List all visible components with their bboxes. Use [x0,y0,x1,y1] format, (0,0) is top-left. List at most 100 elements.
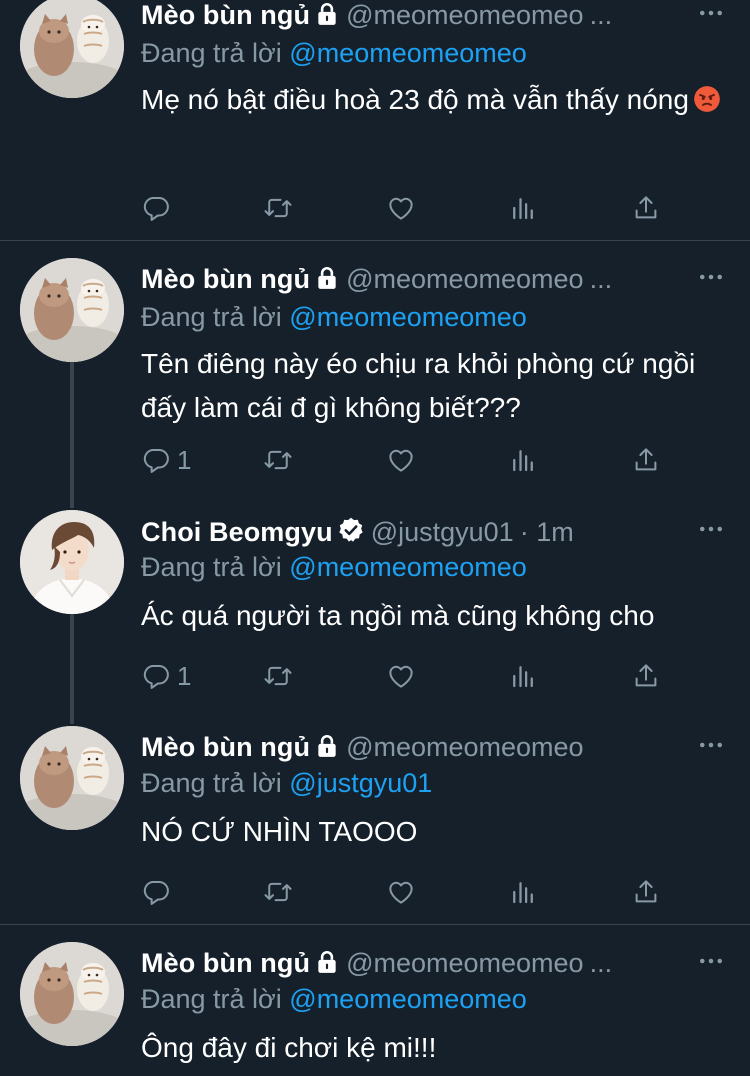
like-button[interactable] [386,656,416,696]
share-button[interactable] [631,188,661,228]
author-handle[interactable]: @justgyu01 [371,517,514,547]
retweet-icon [263,661,293,691]
reply-icon [141,445,171,475]
analytics-button[interactable] [508,656,538,696]
action-bar: 1 [141,440,701,480]
author-handle[interactable]: @meomeomeomeo [346,732,584,762]
retweet-icon [263,877,293,907]
retweet-button[interactable] [263,872,293,912]
like-icon [386,445,416,475]
tweet-timestamp[interactable]: · 1m [520,517,574,547]
reply-mention-link[interactable]: @meomeomeomeo [289,984,527,1014]
retweet-button[interactable] [263,656,293,696]
analytics-button[interactable] [508,188,538,228]
share-button[interactable] [631,440,661,480]
tweet-text: Ông đây đi chơi kệ mi!!! [141,1032,437,1063]
tweet-text: Ác quá người ta ngồi mà cũng không cho [141,600,655,631]
author-name[interactable]: Mèo bùn ngủ [141,948,310,978]
verified-badge-icon [337,516,365,544]
reply-count: 1 [177,660,192,691]
reply-count: 1 [177,444,192,475]
reply-context: Đang trả lời @meomeomeomeo [141,552,527,583]
more-icon[interactable] [696,0,726,28]
author-handle[interactable]: @meomeomeomeo [346,0,584,30]
like-button[interactable] [386,440,416,480]
reply-prefix: Đang trả lời [141,38,282,68]
divider [0,240,750,241]
like-button[interactable] [386,872,416,912]
retweet-button[interactable] [263,188,293,228]
reply-context: Đang trả lời @meomeomeomeo [141,302,527,333]
tweet-text: Mẹ nó bật điều hoà 23 độ mà vẫn thấy nón… [141,78,721,122]
reply-context: Đang trả lời @meomeomeomeo [141,984,527,1015]
like-icon [386,877,416,907]
thread-connector [70,614,74,724]
like-button[interactable] [386,188,416,228]
avatar[interactable] [20,942,124,1046]
retweet-button[interactable] [263,440,293,480]
avatar[interactable] [20,258,124,362]
angry-face-icon [693,85,721,113]
share-button[interactable] [631,872,661,912]
action-bar [141,188,701,228]
tweet-text-content: Mẹ nó bật điều hoà 23 độ mà vẫn thấy nón… [141,84,689,115]
reply-prefix: Đang trả lời [141,552,282,582]
reply-mention-link[interactable]: @meomeomeomeo [289,552,527,582]
share-button[interactable] [631,656,661,696]
author-handle[interactable]: @meomeomeomeo [346,264,584,294]
more-icon[interactable] [696,946,726,976]
reply-prefix: Đang trả lời [141,302,282,332]
reply-prefix: Đang trả lời [141,984,282,1014]
reply-icon [141,877,171,907]
avatar[interactable] [20,0,124,98]
reply-prefix: Đang trả lời [141,768,282,798]
divider [0,924,750,925]
handle-ellipsis: ... [589,0,613,30]
reply-icon [141,193,171,223]
reply-icon [141,661,171,691]
avatar[interactable] [20,510,124,614]
like-icon [386,661,416,691]
analytics-button[interactable] [508,440,538,480]
handle-ellipsis: ... [589,948,613,978]
share-icon [631,877,661,907]
author-name[interactable]: Mèo bùn ngủ [141,264,310,294]
analytics-button[interactable] [508,872,538,912]
author-handle[interactable]: @meomeomeomeo [346,948,584,978]
reply-mention-link[interactable]: @justgyu01 [289,768,432,798]
author-name[interactable]: Choi Beomgyu [141,517,333,547]
lock-icon [314,949,340,975]
retweet-icon [263,193,293,223]
share-icon [631,661,661,691]
analytics-icon [508,445,538,475]
analytics-icon [508,661,538,691]
more-icon[interactable] [696,730,726,760]
analytics-icon [508,193,538,223]
handle-ellipsis: ... [589,264,613,294]
reply-context: Đang trả lời @justgyu01 [141,768,432,799]
reply-button[interactable]: 1 [141,440,191,480]
author-name[interactable]: Mèo bùn ngủ [141,732,310,762]
share-icon [631,445,661,475]
reply-mention-link[interactable]: @meomeomeomeo [289,302,527,332]
lock-icon [314,265,340,291]
reply-button[interactable]: 1 [141,656,191,696]
retweet-icon [263,445,293,475]
action-bar: 1 [141,656,701,696]
tweet-text: NÓ CỨ NHÌN TAOOO [141,816,418,847]
reply-button[interactable] [141,188,177,228]
like-icon [386,193,416,223]
reply-context: Đang trả lời @meomeomeomeo [141,38,527,69]
share-icon [631,193,661,223]
more-icon[interactable] [696,514,726,544]
more-icon[interactable] [696,262,726,292]
thread-connector [70,362,74,508]
author-name[interactable]: Mèo bùn ngủ [141,0,310,30]
lock-icon [314,733,340,759]
action-bar [141,872,701,912]
avatar[interactable] [20,726,124,830]
tweet-text: Tên điêng này éo chịu ra khỏi phòng cứ n… [141,348,696,423]
reply-button[interactable] [141,872,177,912]
reply-mention-link[interactable]: @meomeomeomeo [289,38,527,68]
analytics-icon [508,877,538,907]
